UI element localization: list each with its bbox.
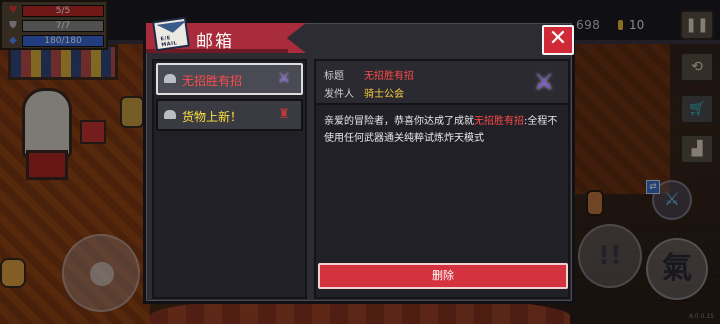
- delete-button[interactable]: 删除: [318, 263, 568, 289]
- envelope-icon: [164, 74, 176, 83]
- mail-body-pre: 亲爱的冒险者，恭喜你达成了成就: [324, 116, 474, 127]
- mail-body: 亲爱的冒险者，恭喜你达成了成就无招胜有招:全程不使用任何武器通关纯粹试炼炸天模式: [324, 113, 564, 147]
- sword-icon: ⚔: [534, 70, 554, 95]
- title-value: 无招胜有招: [364, 71, 414, 82]
- title-label: 标题: [324, 71, 344, 82]
- dialog-title: 邮箱: [196, 32, 234, 52]
- mailbox-header: E/E MAIL 邮箱: [146, 16, 306, 53]
- mail-title-row: 标题 无招胜有招: [324, 67, 414, 82]
- mailbox-dialog: E/E MAIL 邮箱 ✕ 无招胜有招 ⚔ 货物上新！ ♜ 标题 无招胜有招 发件…: [143, 16, 575, 304]
- mail-icon: E/E MAIL: [152, 16, 190, 52]
- sender-label: 发件人: [324, 89, 354, 100]
- merchant-icon: ♜: [278, 107, 290, 122]
- mail-detail: 标题 无招胜有招 发件人 骑士公会 ⚔ 亲爱的冒险者，恭喜你达成了成就无招胜有招:全…: [314, 59, 570, 299]
- close-button[interactable]: ✕: [542, 25, 574, 55]
- mail-item-achievement[interactable]: 无招胜有招 ⚔: [156, 63, 303, 95]
- sender-value: 骑士公会: [364, 89, 404, 100]
- mail-subject: 无招胜有招: [182, 74, 243, 88]
- sword-icon: ⚔: [278, 71, 290, 86]
- envelope-icon: [164, 110, 176, 119]
- mail-icon-text: E/E MAIL: [160, 35, 178, 49]
- mail-item-new-goods[interactable]: 货物上新！ ♜: [156, 99, 303, 131]
- mail-list: 无招胜有招 ⚔ 货物上新！ ♜: [152, 59, 307, 299]
- mail-body-highlight: 无招胜有招: [474, 116, 524, 127]
- mail-subject: 货物上新！: [182, 110, 243, 124]
- mail-sender-row: 发件人 骑士公会: [324, 85, 404, 100]
- mail-meta: 标题 无招胜有招 发件人 骑士公会 ⚔: [316, 61, 568, 105]
